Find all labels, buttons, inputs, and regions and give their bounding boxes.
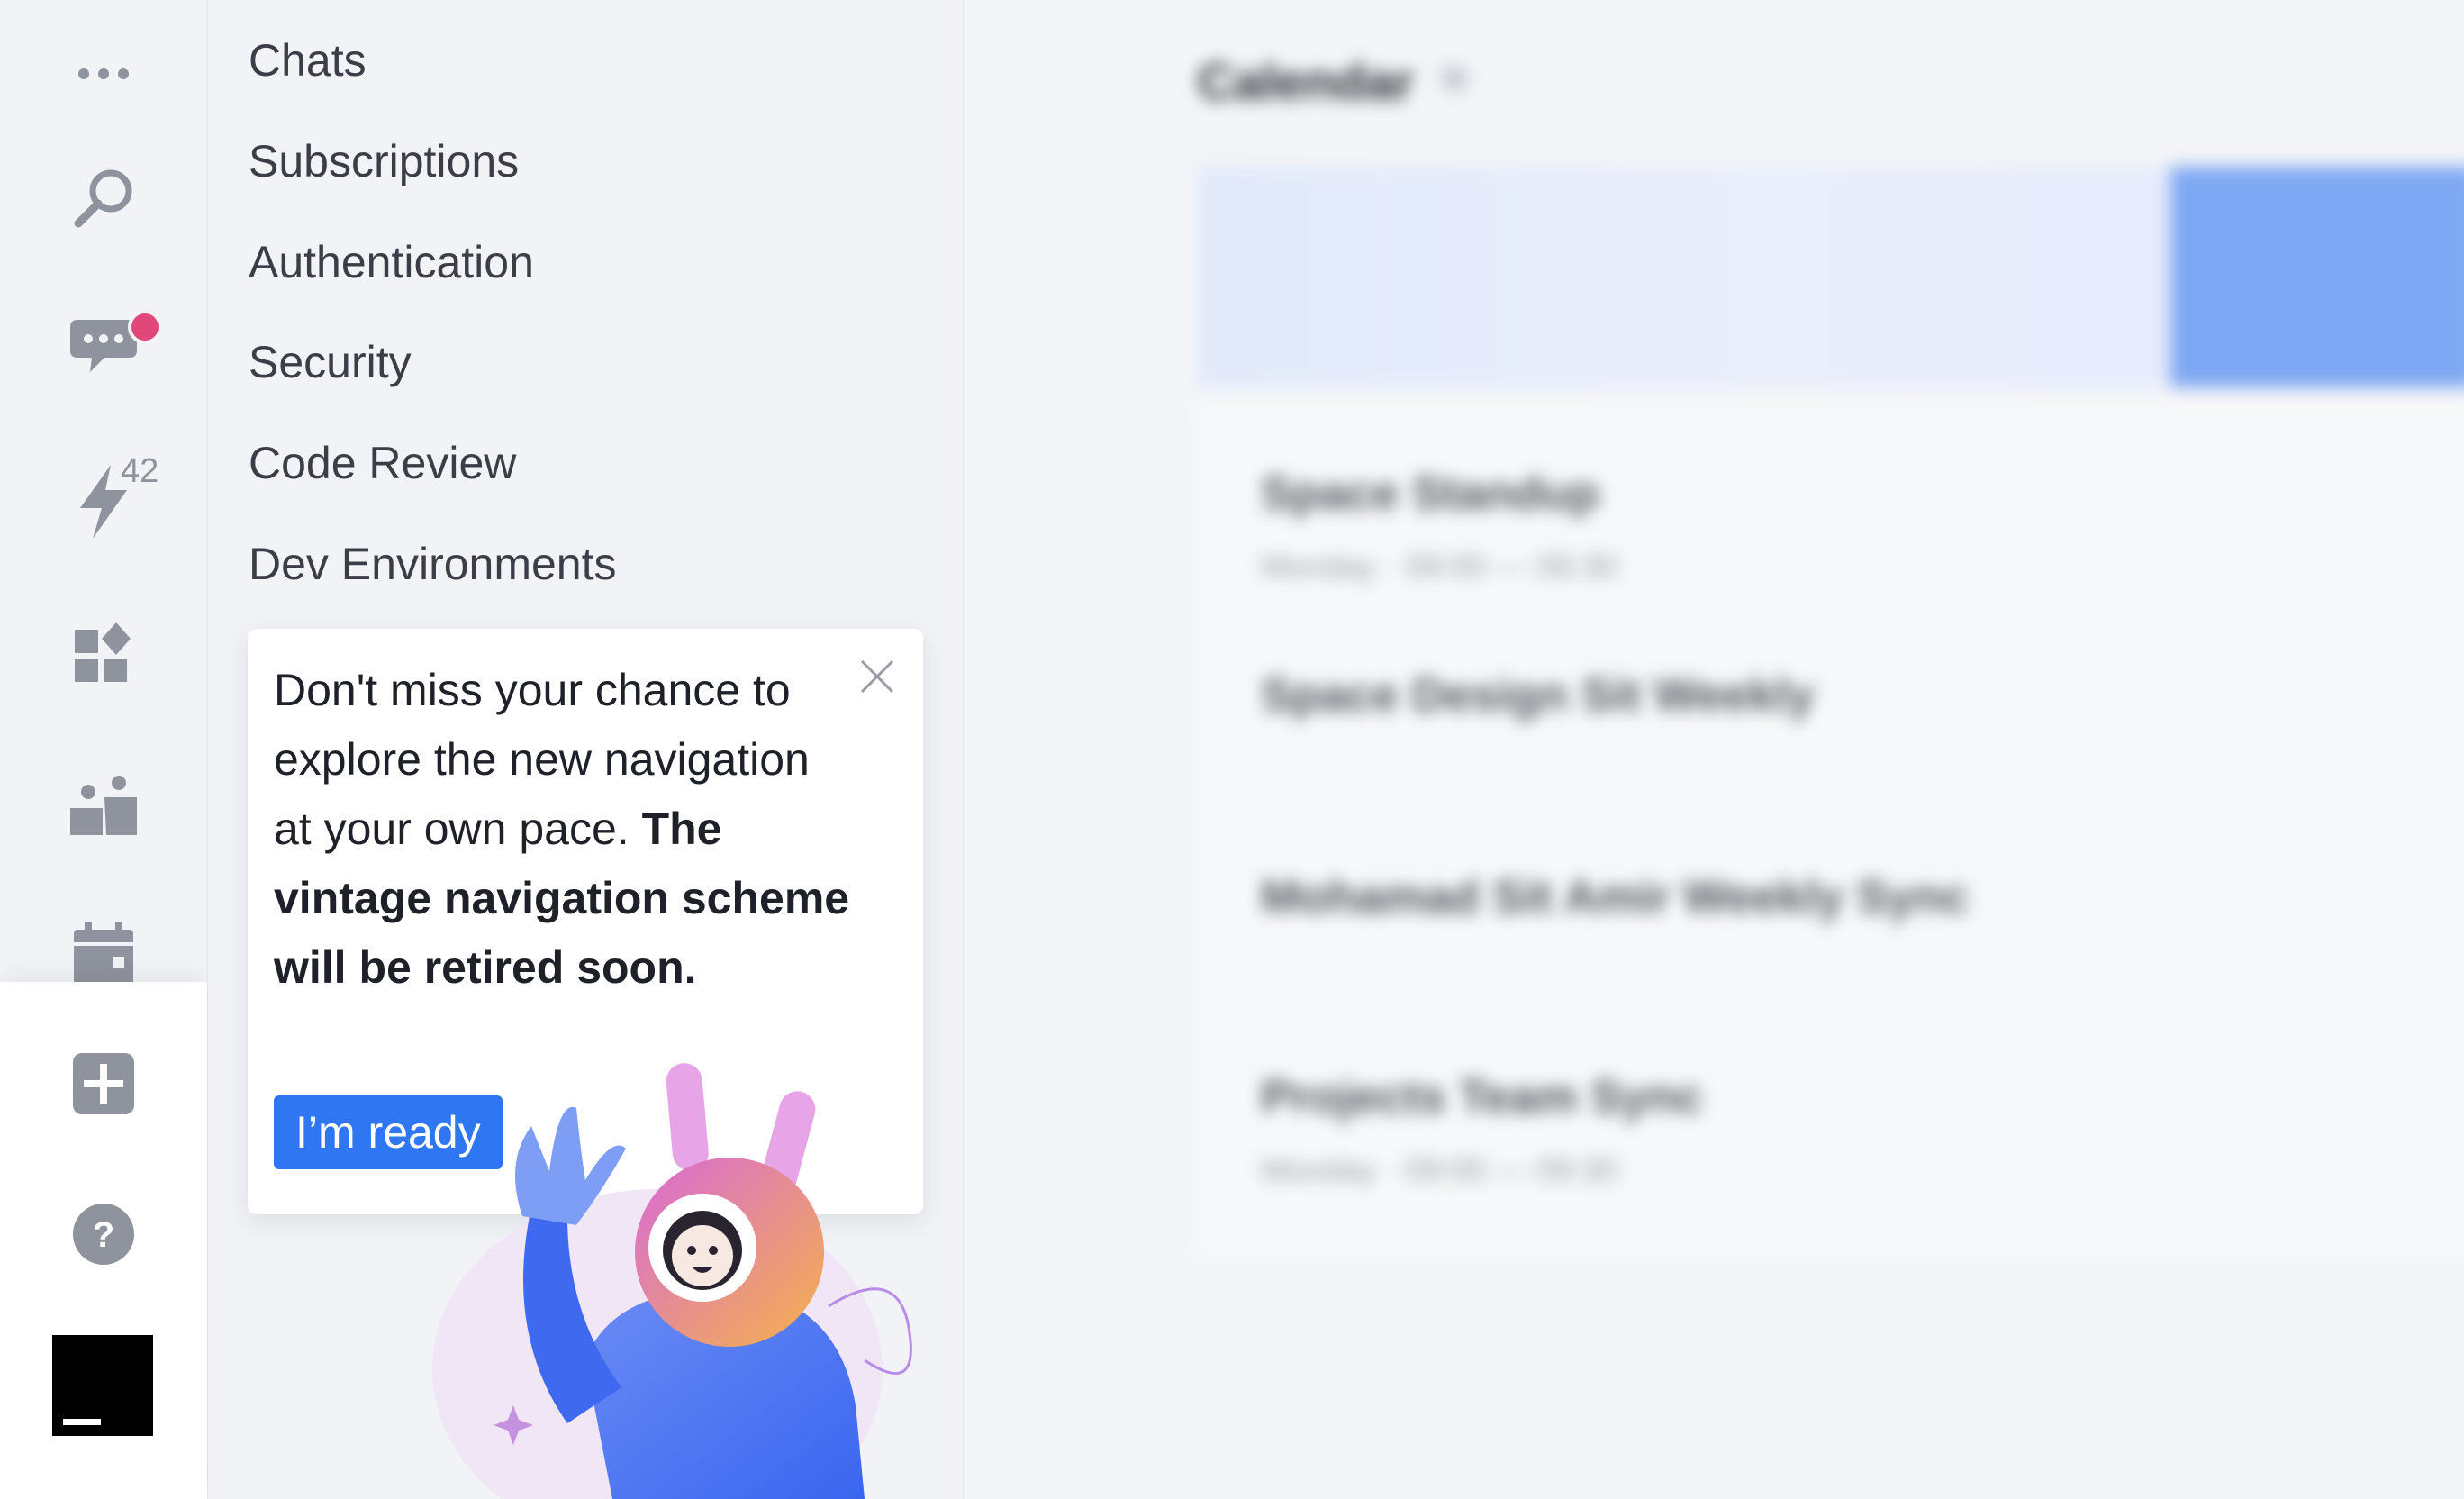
event-title: Space Design Sit Weekly <box>1261 669 1815 722</box>
svg-text:?: ? <box>93 1215 114 1255</box>
icon-rail: 42 ? <box>0 0 208 1499</box>
popover-message: Don't miss your chance to explore the ne… <box>274 656 850 1003</box>
notification-dot <box>128 310 162 344</box>
jetbrains-logo-icon[interactable] <box>52 1335 153 1436</box>
plus-square-icon[interactable] <box>63 1043 144 1124</box>
nav-item-dev-environments[interactable]: Dev Environments <box>249 538 617 590</box>
chevron-down-icon <box>1441 65 1468 92</box>
calendar-highlight <box>2170 167 2464 387</box>
astronaut-bunny-illustration <box>432 1063 912 1499</box>
search-icon[interactable] <box>63 158 144 239</box>
event-title: Mohamad Sit Amir Weekly Sync <box>1261 871 1970 923</box>
automation-count: 42 <box>121 452 159 490</box>
nav-item-security[interactable]: Security <box>249 336 412 388</box>
page-title: Calendar <box>1198 53 1414 110</box>
nav-item-code-review[interactable]: Code Review <box>249 437 516 489</box>
widgets-icon[interactable] <box>63 613 144 694</box>
nav-item-authentication[interactable]: Authentication <box>249 236 534 288</box>
help-circle-icon[interactable]: ? <box>63 1194 144 1275</box>
main-content: Calendar Space Standup Monday · 09:00 — … <box>964 0 2464 1499</box>
event-title: Space Standup <box>1261 468 1599 520</box>
popover-message-regular: Don't miss your chance to explore the ne… <box>274 665 810 854</box>
event-list <box>1198 401 2464 1257</box>
close-icon[interactable] <box>856 656 898 697</box>
more-dots-icon[interactable] <box>63 33 144 114</box>
event-title: Projects Team Sync <box>1261 1071 1703 1123</box>
event-subtitle: Monday · 09:00 — 09:30 <box>1261 548 1618 585</box>
nav-item-subscriptions[interactable]: Subscriptions <box>249 135 519 187</box>
team-icon[interactable] <box>63 764 144 845</box>
nav-item-chats[interactable]: Chats <box>249 34 367 86</box>
event-subtitle: Monday · 09:00 — 09:30 <box>1261 1151 1618 1188</box>
